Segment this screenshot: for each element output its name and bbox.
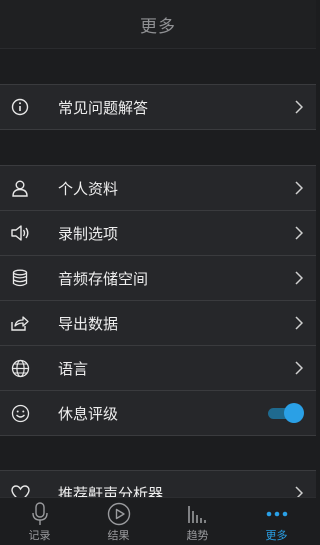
bottom-tab-bar: 记录 结果 趋势 更多 (0, 497, 316, 545)
bars-icon (186, 502, 210, 526)
menu-item-label: 音频存储空间 (58, 269, 149, 288)
chevron-right-icon (295, 271, 303, 285)
chevron-right-icon (295, 226, 303, 240)
speaker-icon (10, 223, 30, 243)
menu-item-label: 个人资料 (58, 179, 119, 198)
menu-item-label: 录制选项 (58, 224, 119, 243)
settings-group: 个人资料 录制选项 音频存储空间 导出数据 语言 休息评级 (0, 165, 316, 436)
tab-label: 趋势 (186, 529, 209, 542)
more-dots-icon (265, 502, 289, 526)
tab-label: 更多 (265, 529, 288, 542)
menu-item-audio-storage[interactable]: 音频存储空间 (0, 256, 316, 301)
page-title: 更多 (140, 16, 176, 37)
menu-item-language[interactable]: 语言 (0, 346, 316, 391)
tab-trends[interactable]: 趋势 (158, 498, 237, 545)
menu-item-rest-rating: 休息评级 (0, 391, 316, 435)
menu-item-label: 休息评级 (58, 404, 119, 423)
info-icon (10, 97, 30, 117)
play-circle-icon (107, 502, 131, 526)
smiley-icon (10, 403, 30, 423)
share-icon (10, 313, 30, 333)
chevron-right-icon (295, 316, 303, 330)
menu-item-label: 导出数据 (58, 314, 119, 333)
tab-label: 记录 (28, 529, 51, 542)
chevron-right-icon (295, 361, 303, 375)
person-icon (10, 178, 30, 198)
menu-item-label: 常见问题解答 (58, 98, 149, 117)
tab-more[interactable]: 更多 (237, 498, 316, 545)
tab-record[interactable]: 记录 (0, 498, 79, 545)
chevron-right-icon (295, 100, 303, 114)
menu-item-label: 语言 (58, 359, 89, 378)
menu-item-export-data[interactable]: 导出数据 (0, 301, 316, 346)
tab-results[interactable]: 结果 (79, 498, 158, 545)
menu-item-faq[interactable]: 常见问题解答 (0, 85, 316, 129)
faq-group: 常见问题解答 (0, 84, 316, 130)
chevron-right-icon (295, 181, 303, 195)
database-icon (10, 268, 30, 288)
menu-item-recording-options[interactable]: 录制选项 (0, 211, 316, 256)
menu-item-profile[interactable]: 个人资料 (0, 166, 316, 211)
tab-label: 结果 (107, 529, 130, 542)
rest-rating-toggle[interactable] (268, 403, 304, 423)
microphone-icon (28, 502, 52, 526)
globe-icon (10, 358, 30, 378)
page-header: 更多 (0, 0, 316, 49)
toggle-knob (284, 403, 304, 423)
